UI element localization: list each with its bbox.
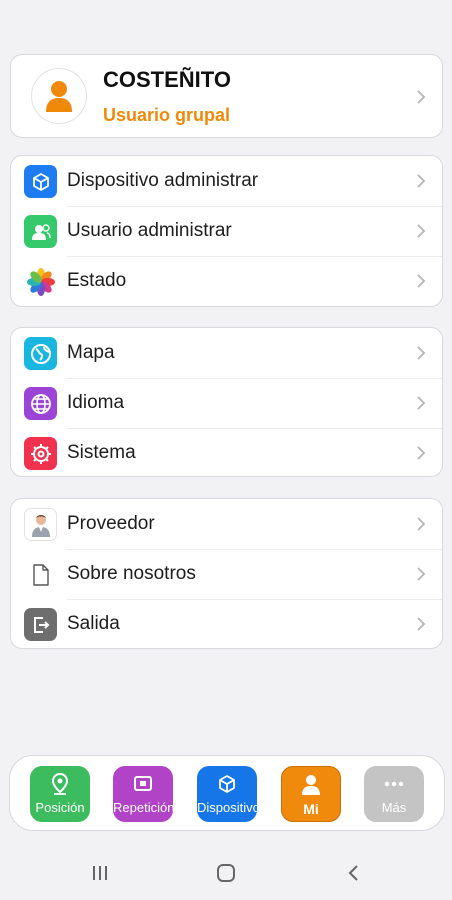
chevron-right-icon	[414, 272, 428, 290]
tab-label: Más	[381, 800, 407, 815]
settings-icon	[24, 437, 57, 470]
person-icon	[46, 81, 72, 112]
chevron-right-icon	[414, 444, 428, 462]
menu-item-language[interactable]: Idioma	[11, 378, 442, 428]
menu-item-label: Sistema	[67, 442, 136, 463]
menu-item-label: Sobre nosotros	[67, 563, 196, 584]
tab-label: Dispositivo	[197, 800, 257, 815]
more-icon	[383, 773, 405, 795]
profile-card[interactable]: COSTEÑITO Usuario grupal	[10, 54, 443, 138]
provider-person-icon	[24, 508, 57, 541]
menu-item-provider[interactable]: Proveedor	[11, 499, 442, 549]
menu-item-label: Salida	[67, 613, 120, 634]
tab-playback[interactable]: Repetición	[113, 766, 173, 822]
tab-position[interactable]: Posición	[30, 766, 90, 822]
menu-item-label: Usuario administrar	[67, 220, 232, 241]
profile-name: COSTEÑITO	[103, 67, 231, 92]
users-icon	[24, 215, 57, 248]
cube-icon	[217, 773, 237, 795]
menu-item-user-admin[interactable]: Usuario administrar	[11, 206, 442, 256]
menu-item-label: Idioma	[67, 392, 125, 413]
chevron-right-icon	[414, 88, 428, 106]
person-icon	[301, 774, 321, 796]
playback-icon	[133, 773, 153, 795]
chevron-right-icon	[414, 394, 428, 412]
profile-role: Usuario grupal	[103, 105, 231, 125]
menu-item-exit[interactable]: Salida	[11, 599, 442, 648]
menu-group-settings: Mapa Idioma Sistema	[10, 327, 443, 477]
tab-label: Repetición	[113, 800, 173, 815]
tab-more[interactable]: Más	[364, 766, 424, 822]
document-icon	[24, 558, 57, 591]
chevron-right-icon	[414, 565, 428, 583]
chevron-right-icon	[414, 344, 428, 362]
tab-label: Mi	[303, 801, 319, 817]
recents-icon[interactable]	[88, 861, 112, 885]
chevron-right-icon	[414, 615, 428, 633]
cube-icon	[24, 165, 57, 198]
menu-group-management: Dispositivo administrar Usuario administ…	[10, 155, 443, 307]
menu-item-status[interactable]: Estado	[11, 256, 442, 306]
pinwheel-icon	[24, 265, 57, 298]
menu-item-label: Estado	[67, 270, 127, 291]
chevron-right-icon	[414, 515, 428, 533]
menu-item-label: Mapa	[67, 342, 115, 363]
back-icon[interactable]	[341, 861, 365, 885]
menu-item-device-admin[interactable]: Dispositivo administrar	[11, 156, 442, 206]
system-nav-bar	[0, 845, 452, 900]
location-pin-icon	[51, 773, 69, 795]
menu-item-label: Dispositivo administrar	[67, 170, 259, 191]
chevron-right-icon	[414, 172, 428, 190]
tab-device[interactable]: Dispositivo	[197, 766, 257, 822]
tab-label: Posición	[35, 800, 85, 815]
language-globe-icon	[24, 387, 57, 420]
menu-item-label: Proveedor	[67, 513, 155, 534]
chevron-right-icon	[414, 222, 428, 240]
menu-item-map[interactable]: Mapa	[11, 328, 442, 378]
menu-item-system[interactable]: Sistema	[11, 428, 442, 476]
bottom-tab-bar: Posición Repetición Dispositivo Mi Más	[9, 755, 445, 831]
home-icon[interactable]	[214, 861, 238, 885]
exit-icon	[24, 608, 57, 641]
tab-me[interactable]: Mi	[281, 766, 341, 822]
menu-group-info: Proveedor Sobre nosotros Salida	[10, 498, 443, 649]
menu-item-about-us[interactable]: Sobre nosotros	[11, 549, 442, 599]
globe-icon	[24, 337, 57, 370]
avatar	[31, 68, 87, 124]
